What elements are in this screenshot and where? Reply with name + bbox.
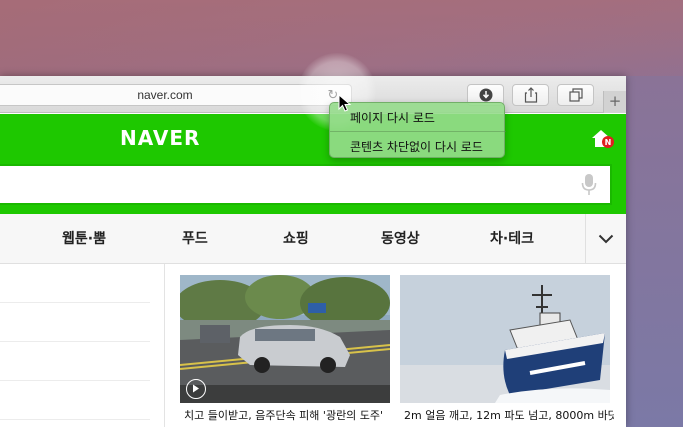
- news-card[interactable]: 2m 얼음 깨고, 12m 파도 넘고, 8000m 바닷: [400, 275, 614, 427]
- search-input[interactable]: [0, 164, 612, 205]
- menu-item-reload-without-blockers[interactable]: 콘텐츠 차단없이 다시 로드: [350, 138, 483, 155]
- news-thumbnail[interactable]: [180, 275, 390, 403]
- category-nav: 웹툰·뿜 푸드 쇼핑 동영상 차·테크: [0, 214, 626, 264]
- tabs-overview-button[interactable]: [557, 84, 594, 106]
- menu-separator: [330, 131, 506, 132]
- share-button[interactable]: [512, 84, 549, 106]
- address-text[interactable]: naver.com: [0, 85, 335, 105]
- desktop-background-edge: [626, 76, 683, 427]
- reload-context-menu: 페이지 다시 로드 콘텐츠 차단없이 다시 로드: [329, 102, 506, 158]
- nav-item-video[interactable]: 동영상: [381, 228, 420, 248]
- microphone-icon[interactable]: [580, 173, 598, 197]
- tabs-icon: [568, 88, 583, 102]
- play-icon[interactable]: [186, 379, 206, 399]
- list-divider: [0, 341, 150, 342]
- nav-more-button[interactable]: [585, 214, 626, 264]
- list-divider: [0, 419, 150, 420]
- naver-logo[interactable]: NAVER: [120, 126, 240, 150]
- chevron-down-icon: [598, 234, 614, 244]
- download-icon: [479, 88, 492, 102]
- menu-item-reload-page[interactable]: 페이지 다시 로드: [350, 109, 435, 126]
- nav-item-car-tech[interactable]: 차·테크: [490, 228, 534, 248]
- home-icon[interactable]: N: [590, 128, 614, 148]
- nav-item-shopping[interactable]: 쇼핑: [283, 228, 309, 248]
- naver-header: NAVER N: [0, 114, 626, 214]
- left-list-panel: [0, 264, 165, 427]
- new-tab-button[interactable]: +: [603, 91, 626, 113]
- list-divider: [0, 380, 150, 381]
- news-thumbnail[interactable]: [400, 275, 610, 403]
- news-caption[interactable]: 치고 들이받고, 음주단속 피해 '광란의 도주': [184, 407, 394, 423]
- news-caption[interactable]: 2m 얼음 깨고, 12m 파도 넘고, 8000m 바닷: [404, 407, 614, 423]
- nav-item-food[interactable]: 푸드: [182, 228, 208, 248]
- news-card[interactable]: 치고 들이받고, 음주단속 피해 '광란의 도주': [180, 275, 390, 427]
- share-icon: [524, 87, 537, 103]
- mouse-cursor-icon: [338, 94, 352, 112]
- notification-badge: N: [605, 138, 612, 147]
- browser-window: naver.com ↻ + NAVER: [0, 76, 626, 427]
- list-divider: [0, 302, 150, 303]
- nav-item-webtoon[interactable]: 웹툰·뿜: [62, 228, 106, 248]
